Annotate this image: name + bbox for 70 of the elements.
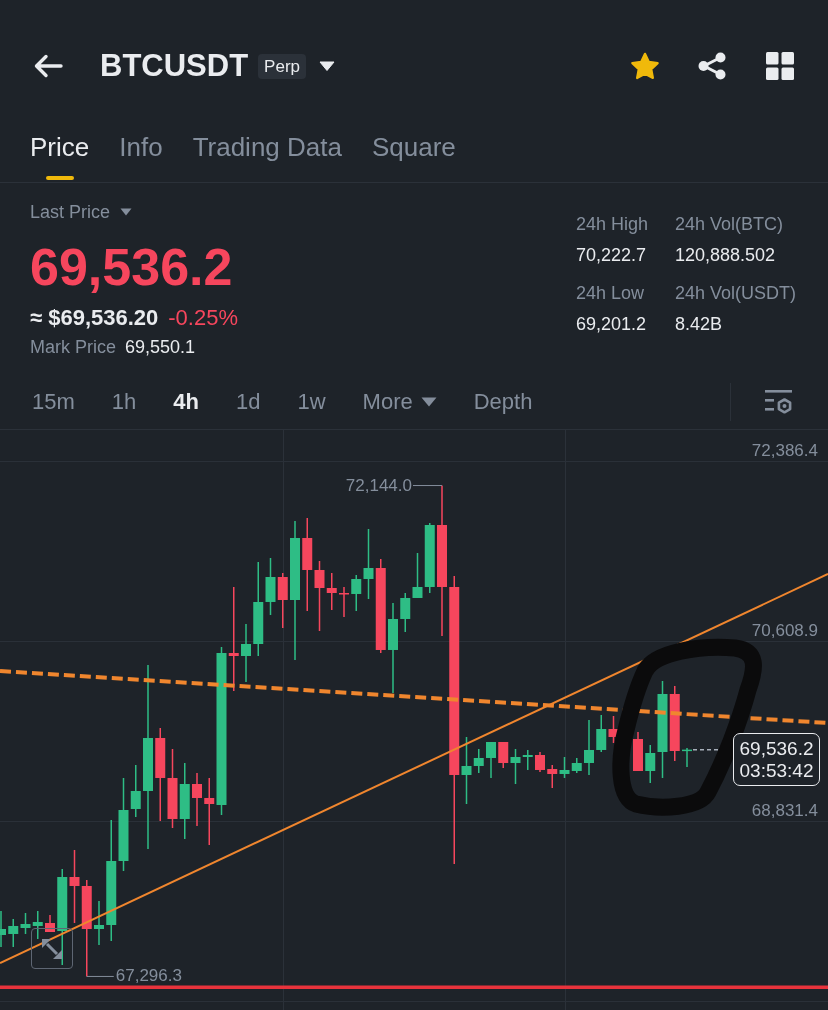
tab[interactable]: Price: [30, 132, 90, 180]
falling-candle: [277, 573, 288, 628]
star-icon[interactable]: [630, 51, 660, 81]
rising-candle: [584, 720, 594, 775]
price-axis-label: 70,608.9: [751, 621, 818, 641]
rising-candle: [596, 715, 607, 752]
falling-candle: [633, 732, 643, 771]
falling-candle: [45, 915, 55, 932]
rising-candle: [486, 742, 496, 778]
stat-value: 8.42B: [675, 314, 723, 334]
interval-tab[interactable]: 1w: [297, 389, 326, 415]
tab[interactable]: Trading Data: [192, 132, 342, 180]
rising-candle: [8, 919, 19, 947]
caret-down-icon[interactable]: [319, 61, 336, 71]
interval-dropdown[interactable]: More: [362, 389, 437, 415]
rising-candle: [32, 911, 43, 939]
tab[interactable]: Info: [119, 132, 163, 180]
stat-value: 70,222.7: [576, 245, 647, 265]
price-axis-label: 72,386.4: [751, 441, 818, 461]
last-price-value: 69,536.2: [739, 737, 814, 760]
trend-line[interactable]: [0, 573, 828, 964]
leader-line: [412, 485, 443, 487]
expand-chart-button[interactable]: [31, 928, 73, 969]
interval-tab[interactable]: 15m: [32, 389, 75, 415]
dashed-trend-line[interactable]: [0, 669, 828, 725]
interval-tab[interactable]: 1h: [111, 389, 137, 415]
falling-candle: [608, 716, 619, 743]
stat-label: 24h High: [576, 214, 649, 234]
back-arrow-icon[interactable]: [33, 54, 63, 78]
falling-candle: [192, 773, 202, 826]
countdown-timer: 03:53:42: [739, 759, 814, 782]
falling-candle: [547, 765, 558, 788]
rising-candle: [682, 748, 692, 767]
diagonal-arrows-icon: [40, 936, 64, 961]
interval-tab[interactable]: 4h: [173, 389, 199, 415]
falling-candle: [339, 587, 349, 617]
stat-label: 24h Vol(BTC): [675, 214, 784, 234]
tab[interactable]: Square: [371, 132, 456, 180]
leader-line: [86, 975, 115, 977]
price-marker-label: 72,144.0: [345, 477, 412, 494]
rising-candle: [0, 911, 6, 947]
last-price: 69,536.2: [30, 239, 233, 295]
price-marker-label: 67,296.3: [115, 968, 182, 985]
grid-icon[interactable]: [766, 52, 794, 80]
symbol-title: BTCUSDT: [100, 48, 249, 84]
rising-candle: [400, 593, 411, 632]
last-price-label: Last Price: [30, 202, 111, 222]
stat-value: 69,201.2: [576, 314, 647, 334]
interval-tab[interactable]: Depth: [473, 389, 533, 415]
mark-price-label: Mark Price: [30, 337, 116, 357]
falling-candle: [204, 778, 215, 845]
rising-candle: [20, 913, 31, 934]
rising-candle: [94, 901, 104, 945]
falling-candle: [535, 752, 545, 772]
price-axis-label: 68,831.4: [751, 801, 818, 821]
usd-value: ≈ $69,536.20: [30, 306, 159, 330]
contract-badge: Perp: [258, 53, 307, 79]
rising-candle: [241, 624, 251, 682]
share-icon[interactable]: [697, 52, 727, 80]
caret-down-icon: [420, 397, 437, 407]
price-change: -0.25%: [168, 306, 238, 330]
rising-candle: [571, 758, 582, 773]
settings-icon[interactable]: [765, 389, 792, 415]
stat-label: 24h Low: [576, 283, 645, 303]
stat-value: 120,888.502: [675, 245, 776, 265]
falling-candle: [498, 742, 509, 768]
interval-tab[interactable]: 1d: [235, 389, 261, 415]
mark-price-value: 69,550.1: [125, 337, 196, 357]
rising-candle: [559, 757, 570, 778]
stat-label: 24h Vol(USDT): [675, 283, 797, 303]
